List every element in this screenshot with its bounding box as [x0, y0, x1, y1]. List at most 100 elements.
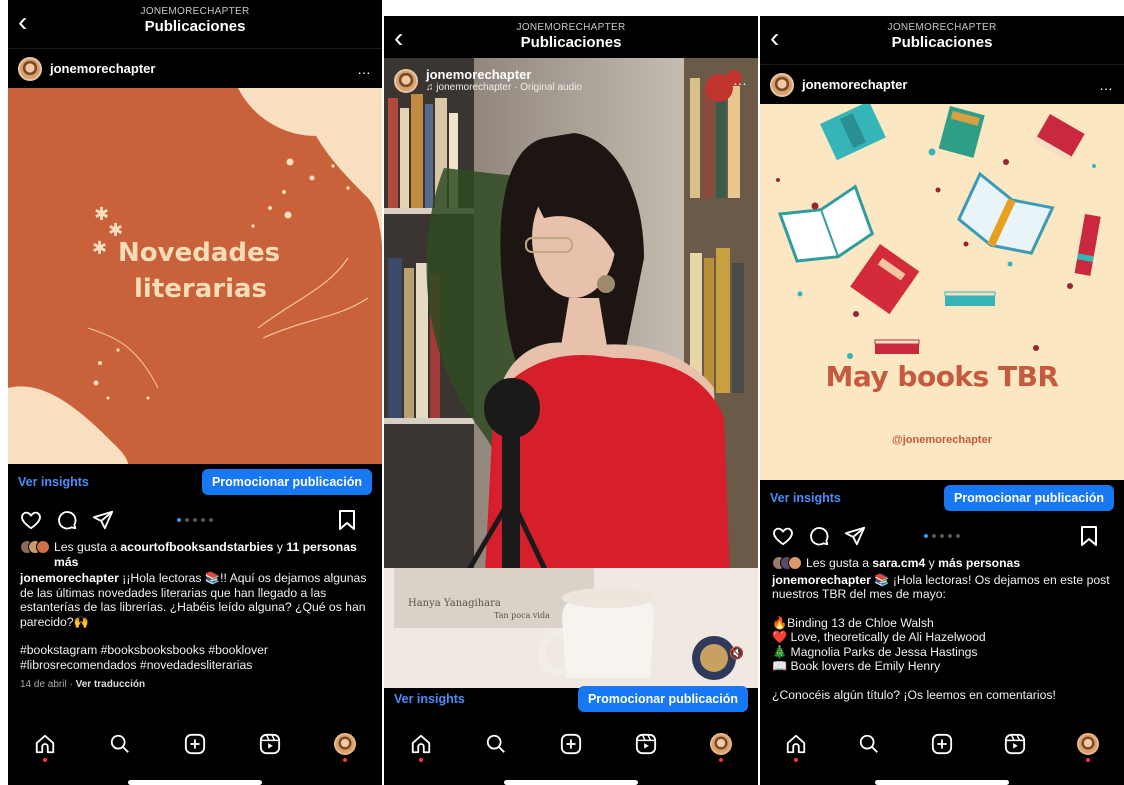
profile-avatar[interactable] — [331, 730, 359, 762]
likes-and: y — [273, 540, 287, 554]
likes-user[interactable]: acourtofbooksandstarbies — [120, 540, 273, 554]
post-date: 14 de abril — [20, 679, 67, 690]
header-account: JONEMORECHAPTER — [887, 22, 997, 33]
home-icon[interactable] — [407, 730, 435, 762]
heart-icon[interactable] — [772, 526, 794, 546]
post-media[interactable]: May books TBR @jonemorechapter — [760, 104, 1124, 480]
may-tbr-artwork: May books TBR @jonemorechapter — [760, 104, 1124, 480]
reels-icon[interactable] — [632, 730, 660, 758]
mute-icon[interactable]: 🔇 — [729, 646, 744, 660]
tbr-item: ❤️ Love, theoretically de Ali Hazelwood — [772, 630, 986, 644]
reel-video[interactable]: Hanya Yanagihara Tan poca vida 🔇 — [384, 58, 758, 688]
phone-screen-3: ‹ JONEMORECHAPTER Publicaciones jonemore… — [760, 16, 1124, 785]
header: ‹ JONEMORECHAPTER Publicaciones — [384, 16, 758, 64]
caption-username[interactable]: jonemorechapter — [20, 571, 119, 585]
promote-post-button[interactable]: Promocionar publicación — [201, 469, 372, 495]
reels-icon[interactable] — [256, 730, 284, 758]
chevron-left-icon[interactable]: ‹ — [394, 24, 403, 52]
create-icon[interactable] — [557, 730, 585, 758]
bookmark-icon[interactable] — [1080, 526, 1098, 546]
promote-post-button[interactable]: Promocionar publicación — [943, 485, 1114, 511]
view-insights-link[interactable]: Ver insights — [18, 475, 89, 489]
page-title: Publicaciones — [144, 18, 246, 35]
likes-user[interactable]: sara.cm4 — [872, 556, 925, 570]
heart-icon[interactable] — [20, 510, 42, 530]
book-author-text: Hanya Yanagihara — [408, 598, 501, 609]
artwork-title: May books TBR — [825, 360, 1059, 393]
search-icon[interactable] — [482, 730, 510, 758]
liker-avatars — [772, 556, 802, 570]
action-bar — [8, 500, 382, 540]
insights-bar: Ver insights Promocionar publicación — [8, 464, 382, 500]
more-options-icon[interactable]: … — [733, 72, 748, 88]
artwork-title-line2: literarias — [134, 274, 268, 304]
post-caption: Les gusta a sara.cm4 y más personas jone… — [760, 556, 1124, 702]
post-caption: Les gusta a acourtofbooksandstarbies y 1… — [8, 540, 382, 693]
create-icon[interactable] — [928, 730, 956, 758]
likes-count[interactable]: más personas — [938, 556, 1020, 570]
avatar[interactable] — [394, 68, 418, 93]
caption-username[interactable]: jonemorechapter — [772, 573, 871, 587]
bookmark-icon[interactable] — [338, 510, 356, 530]
carousel-indicator — [924, 534, 960, 538]
search-icon[interactable] — [855, 730, 883, 758]
comment-icon[interactable] — [808, 525, 830, 547]
create-icon[interactable] — [181, 730, 209, 758]
post-username[interactable]: jonemorechapter — [426, 68, 582, 82]
header: ‹ JONEMORECHAPTER Publicaciones — [8, 0, 382, 48]
post-header: jonemorechapter … — [8, 48, 382, 88]
book-subtitle-text: Tan poca vida — [494, 611, 550, 620]
view-insights-link[interactable]: Ver insights — [770, 491, 841, 505]
more-options-icon[interactable]: … — [357, 61, 372, 77]
header-account: JONEMORECHAPTER — [140, 6, 250, 17]
share-icon[interactable] — [92, 509, 114, 531]
share-icon[interactable] — [844, 525, 866, 547]
post-media[interactable]: ✱ ✱ ✱ Novedades literarias — [8, 88, 382, 464]
comment-icon[interactable] — [56, 509, 78, 531]
artwork-handle: @jonemorechapter — [892, 434, 992, 446]
promote-post-button[interactable]: Promocionar publicación — [577, 686, 748, 712]
page-title: Publicaciones — [891, 34, 993, 51]
svg-text:✱: ✱ — [94, 204, 109, 225]
chevron-left-icon[interactable]: ‹ — [18, 8, 27, 36]
profile-avatar[interactable] — [1074, 730, 1102, 762]
search-icon[interactable] — [106, 730, 134, 758]
post-username[interactable]: jonemorechapter — [50, 61, 357, 76]
music-note-icon: ♫ — [426, 82, 434, 93]
likes-row[interactable]: Les gusta a acourtofbooksandstarbies y 1… — [20, 540, 370, 569]
bottom-nav — [8, 720, 382, 768]
translate-link[interactable]: Ver traducción — [76, 679, 145, 690]
likes-row[interactable]: Les gusta a sara.cm4 y más personas — [772, 556, 1112, 571]
insights-bar: Ver insights Promocionar publicación — [760, 480, 1124, 516]
phone-screen-2: ‹ JONEMORECHAPTER Publicaciones Hanya Ya… — [384, 16, 758, 785]
tbr-item: 🎄 Magnolia Parks de Jessa Hastings — [772, 644, 978, 659]
action-bar — [760, 516, 1124, 556]
likes-and: y — [925, 556, 939, 570]
likes-prefix: Les gusta a — [806, 556, 873, 570]
header: ‹ JONEMORECHAPTER Publicaciones — [760, 16, 1124, 64]
page-title: Publicaciones — [520, 34, 622, 51]
more-options-icon[interactable]: … — [1099, 77, 1114, 93]
home-icon[interactable] — [782, 730, 810, 762]
avatar[interactable] — [770, 72, 794, 97]
view-insights-link[interactable]: Ver insights — [394, 692, 465, 706]
home-indicator — [504, 780, 638, 785]
tbr-item: 🔥Binding 13 de Chloe Walsh — [772, 615, 934, 630]
svg-text:✱: ✱ — [92, 238, 107, 259]
post-header: jonemorechapter … — [760, 64, 1124, 104]
avatar[interactable] — [18, 56, 42, 81]
tbr-item: 📖 Book lovers de Emily Henry — [772, 659, 941, 673]
novedades-artwork: ✱ ✱ ✱ Novedades literarias — [8, 88, 382, 464]
home-indicator — [128, 780, 262, 785]
liker-avatars — [20, 540, 50, 554]
reels-icon[interactable] — [1001, 730, 1029, 758]
carousel-indicator — [177, 518, 213, 522]
audio-label[interactable]: jonemorechapter · Original audio — [436, 82, 582, 93]
header-account: JONEMORECHAPTER — [516, 22, 626, 33]
artwork-title-line1: Novedades — [118, 238, 281, 268]
profile-avatar[interactable] — [707, 730, 735, 762]
post-username[interactable]: jonemorechapter — [802, 77, 1099, 92]
chevron-left-icon[interactable]: ‹ — [770, 24, 779, 52]
home-icon[interactable] — [31, 730, 59, 762]
caption-hashtags[interactable]: #bookstagram #booksbooksbooks #booklover… — [20, 643, 370, 672]
